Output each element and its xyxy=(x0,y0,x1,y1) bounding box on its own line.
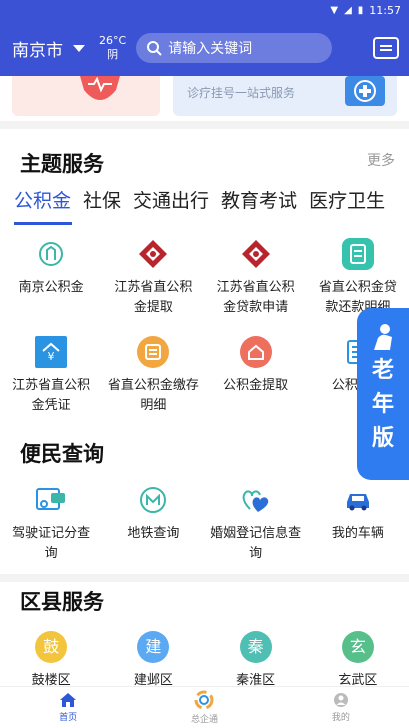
district-badge-icon: 玄 xyxy=(341,631,374,663)
city-selector[interactable]: 南京市 xyxy=(12,36,85,61)
district-xuanwu[interactable]: 玄 玄武区 xyxy=(307,631,409,691)
query-label: 我的车辆 xyxy=(331,526,384,541)
home-icon xyxy=(60,693,77,707)
service-fund-repayment[interactable]: 省直公积金贷款还款明细 xyxy=(307,238,409,318)
service-js-fund-loan[interactable]: 江苏省直公积金贷款申请 xyxy=(205,238,307,318)
message-icon[interactable] xyxy=(373,37,399,59)
status-time: 11:57 xyxy=(369,3,401,17)
tab-medical[interactable]: 医疗卫生 xyxy=(309,186,385,218)
district-gulou[interactable]: 鼓 鼓楼区 xyxy=(0,631,102,691)
medical-kit-icon xyxy=(345,76,385,106)
nav-hub[interactable]: 总企通 xyxy=(136,687,272,728)
service-label: 江苏省直公积金贷款申请 xyxy=(216,280,295,315)
temperature: 26°C xyxy=(99,34,127,47)
car-icon xyxy=(342,484,374,516)
bottom-nav: 首页 总企通 我的 xyxy=(0,686,409,728)
service-nanjing-housing-fund[interactable]: 南京公积金 xyxy=(0,238,102,318)
search-input[interactable]: 请输入关键词 xyxy=(136,33,333,63)
elder-person-icon xyxy=(374,324,392,350)
theme-service-grid: 南京公积金 江苏省直公积金提取 江苏省直公积金贷款申请 省直公积金贷款还款明细 … xyxy=(0,238,409,416)
theme-services-title: 主题服务 xyxy=(20,152,104,176)
service-label: 江苏省直公积金提取 xyxy=(114,280,193,315)
district-title: 区县服务 xyxy=(20,590,104,614)
document-icon xyxy=(341,238,374,270)
nav-label: 首页 xyxy=(59,713,78,723)
query-label: 驾驶证记分查询 xyxy=(12,526,91,561)
hub-logo-icon xyxy=(194,690,214,710)
convenience-title: 便民查询 xyxy=(20,442,104,466)
weather-widget: 26°C 阴 xyxy=(99,34,126,62)
house-withdraw-icon xyxy=(239,336,272,368)
marriage-icon xyxy=(240,484,272,516)
query-marriage[interactable]: 婚姻登记信息查询 xyxy=(205,484,307,564)
search-icon xyxy=(147,41,162,56)
convenience-grid: 驾驶证记分查询 地铁查询 婚姻登记信息查询 我的车辆 xyxy=(0,484,409,564)
elder-mode-button[interactable]: 老 年 版 xyxy=(357,308,409,480)
heart-icon xyxy=(80,76,120,100)
query-label: 地铁查询 xyxy=(127,526,180,541)
tab-education[interactable]: 教育考试 xyxy=(221,186,297,218)
banner-strip: 诊疗挂号一站式服务 xyxy=(0,76,409,121)
metro-icon xyxy=(137,484,169,516)
gov-emblem-icon xyxy=(240,238,272,270)
search-placeholder: 请输入关键词 xyxy=(168,41,253,57)
query-metro[interactable]: 地铁查询 xyxy=(102,484,204,564)
top-header: 南京市 26°C 阴 请输入关键词 xyxy=(0,20,409,76)
health-banner[interactable] xyxy=(12,76,160,116)
service-js-fund-withdraw[interactable]: 江苏省直公积金提取 xyxy=(102,238,204,318)
city-name: 南京市 xyxy=(12,40,63,61)
elder-label-char: 年 xyxy=(371,392,394,417)
district-grid: 鼓 鼓楼区 建 建邺区 秦 秦淮区 玄 玄武区 xyxy=(0,631,409,691)
service-label: 南京公积金 xyxy=(18,280,84,295)
list-icon xyxy=(137,336,170,368)
district-badge-icon: 建 xyxy=(137,631,170,663)
housing-fund-icon xyxy=(35,238,67,270)
user-icon xyxy=(333,693,348,707)
section-divider xyxy=(0,121,409,129)
service-label: 省直公积金缴存明细 xyxy=(107,378,199,413)
driver-license-icon xyxy=(35,484,67,516)
query-driver-license[interactable]: 驾驶证记分查询 xyxy=(0,484,102,564)
svg-text:¥: ¥ xyxy=(48,350,55,363)
weather-condition: 阴 xyxy=(107,48,119,61)
service-label: 江苏省直公积金凭证 xyxy=(12,378,91,413)
nav-label: 总企通 xyxy=(190,715,218,725)
yuan-house-icon: ¥ xyxy=(35,336,68,368)
district-badge-icon: 鼓 xyxy=(35,631,68,663)
gov-emblem-icon xyxy=(137,238,169,270)
elder-label-char: 老 xyxy=(371,358,394,383)
service-label: 公积金提取 xyxy=(223,378,289,393)
status-bar: ▼ ◢ ▮ 11:57 xyxy=(0,0,409,20)
query-label: 婚姻登记信息查询 xyxy=(210,526,302,561)
nav-home[interactable]: 首页 xyxy=(0,687,136,728)
section-divider xyxy=(0,574,409,582)
battery-icon: ▮ xyxy=(357,4,364,16)
nav-label: 我的 xyxy=(331,713,350,723)
service-fund-withdraw[interactable]: 公积金提取 xyxy=(205,336,307,416)
district-badge-icon: 秦 xyxy=(239,631,272,663)
district-qinhuai[interactable]: 秦 秦淮区 xyxy=(205,631,307,691)
theme-tabs: 公积金 社保 交通出行 教育考试 医疗卫生 xyxy=(0,186,409,218)
service-fund-deposit-detail[interactable]: 省直公积金缴存明细 xyxy=(102,336,204,416)
nav-mine[interactable]: 我的 xyxy=(273,687,409,728)
wifi-icon: ▼ xyxy=(330,4,339,16)
tab-housing-fund[interactable]: 公积金 xyxy=(14,186,71,218)
elder-label-char: 版 xyxy=(371,426,394,451)
medical-banner-text: 诊疗挂号一站式服务 xyxy=(187,86,296,100)
district-jianye[interactable]: 建 建邺区 xyxy=(102,631,204,691)
tab-transport[interactable]: 交通出行 xyxy=(133,186,209,218)
more-link[interactable]: 更多 xyxy=(367,150,395,170)
tab-social-security[interactable]: 社保 xyxy=(83,186,121,218)
medical-banner[interactable]: 诊疗挂号一站式服务 xyxy=(173,76,397,116)
chevron-down-icon xyxy=(73,44,85,52)
service-js-fund-certificate[interactable]: ¥ 江苏省直公积金凭证 xyxy=(0,336,102,416)
query-my-vehicle[interactable]: 我的车辆 xyxy=(307,484,409,564)
signal-icon: ◢ xyxy=(344,4,352,16)
active-tab-indicator xyxy=(14,222,72,225)
